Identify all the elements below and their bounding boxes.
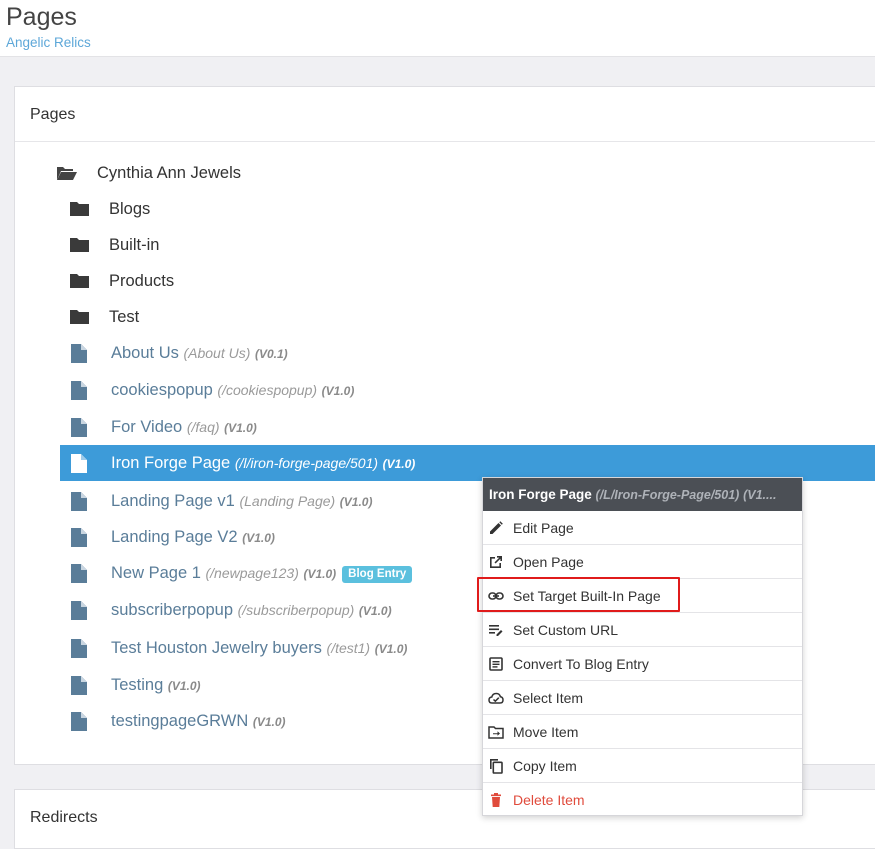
folder-open-icon [57,167,77,180]
file-icon [71,454,87,473]
folder-label: Built-in [109,236,160,254]
cloud-check-icon [488,692,504,704]
page-label: cookiespopup (/cookiespopup) (V1.0) [111,381,355,399]
menu-item-select-item[interactable]: Select Item [483,681,802,715]
file-icon [71,344,87,363]
page-title: Pages [6,3,77,31]
blog-entry-badge: Blog Entry [342,566,413,583]
menu-item-open-page[interactable]: Open Page [483,545,802,579]
menu-item-delete-item[interactable]: Delete Item [483,783,802,817]
page-label: Test Houston Jewelry buyers (/test1) (V1… [111,639,408,657]
copy-icon [490,759,503,774]
folder-item-built-in[interactable]: Built-in [15,227,875,263]
article-icon [489,657,503,671]
page-label: New Page 1 (/newpage123) (V1.0) Blog Entr… [111,564,413,583]
redirects-panel-title: Redirects [30,809,98,826]
file-icon [71,676,87,695]
page-label: subscriberpopup (/subscriberpopup) (V1.0… [111,601,392,619]
move-icon [488,726,504,739]
edit-note-icon [489,625,503,636]
menu-item-move-item[interactable]: Move Item [483,715,802,749]
file-icon [71,528,87,547]
page-label: testingpageGRWN (V1.0) [111,712,286,730]
folder-icon [70,238,89,252]
tree-root-item[interactable]: Cynthia Ann Jewels [15,155,875,191]
page-label: For Video (/faq) (V1.0) [111,418,257,436]
page-item[interactable]: cookiespopup (/cookiespopup) (V1.0) [15,372,875,408]
tree-root-label: Cynthia Ann Jewels [97,164,241,182]
folder-icon [70,202,89,216]
pencil-icon [490,521,503,534]
file-icon [71,564,87,583]
page-item[interactable]: About Us (About Us) (V0.1) [15,335,875,371]
menu-item-edit-page[interactable]: Edit Page [483,511,802,545]
folder-item-blogs[interactable]: Blogs [15,191,875,227]
page-label: About Us (About Us) (V0.1) [111,344,288,362]
file-icon [71,601,87,620]
page-item-selected[interactable]: Iron Forge Page (/l/iron-forge-page/501)… [60,445,875,481]
page-item[interactable]: For Video (/faq) (V1.0) [15,409,875,445]
folder-label: Blogs [109,200,151,218]
menu-item-set-custom-url[interactable]: Set Custom URL [483,613,802,647]
folder-item-products[interactable]: Products [15,263,875,299]
context-menu: Iron Forge Page (/L/Iron-Forge-Page/501)… [482,477,803,816]
pages-panel-title: Pages [30,106,76,123]
file-icon [71,492,87,511]
context-menu-header: Iron Forge Page (/L/Iron-Forge-Page/501)… [483,478,802,511]
page-label: Landing Page V2 (V1.0) [111,528,275,546]
folder-label: Test [109,308,140,326]
page-label: Iron Forge Page (/l/iron-forge-page/501)… [111,454,416,472]
menu-item-convert-to-blog-entry[interactable]: Convert To Blog Entry [483,647,802,681]
trash-icon [491,793,501,807]
file-icon [71,712,87,731]
folder-icon [70,310,89,324]
folder-label: Products [109,272,175,290]
folder-item-test[interactable]: Test [15,299,875,335]
file-icon [71,639,87,658]
external-link-icon [490,556,502,568]
page-label: Landing Page v1 (Landing Page) (V1.0) [111,492,373,510]
page-header: Pages Angelic Relics [0,0,875,57]
file-icon [71,418,87,437]
site-link[interactable]: Angelic Relics [6,35,91,51]
page-label: Testing (V1.0) [111,676,201,694]
highlight-box [477,577,680,612]
pages-panel-header: Pages [15,87,875,142]
menu-item-copy-item[interactable]: Copy Item [483,749,802,783]
file-icon [71,381,87,400]
folder-icon [70,274,89,288]
